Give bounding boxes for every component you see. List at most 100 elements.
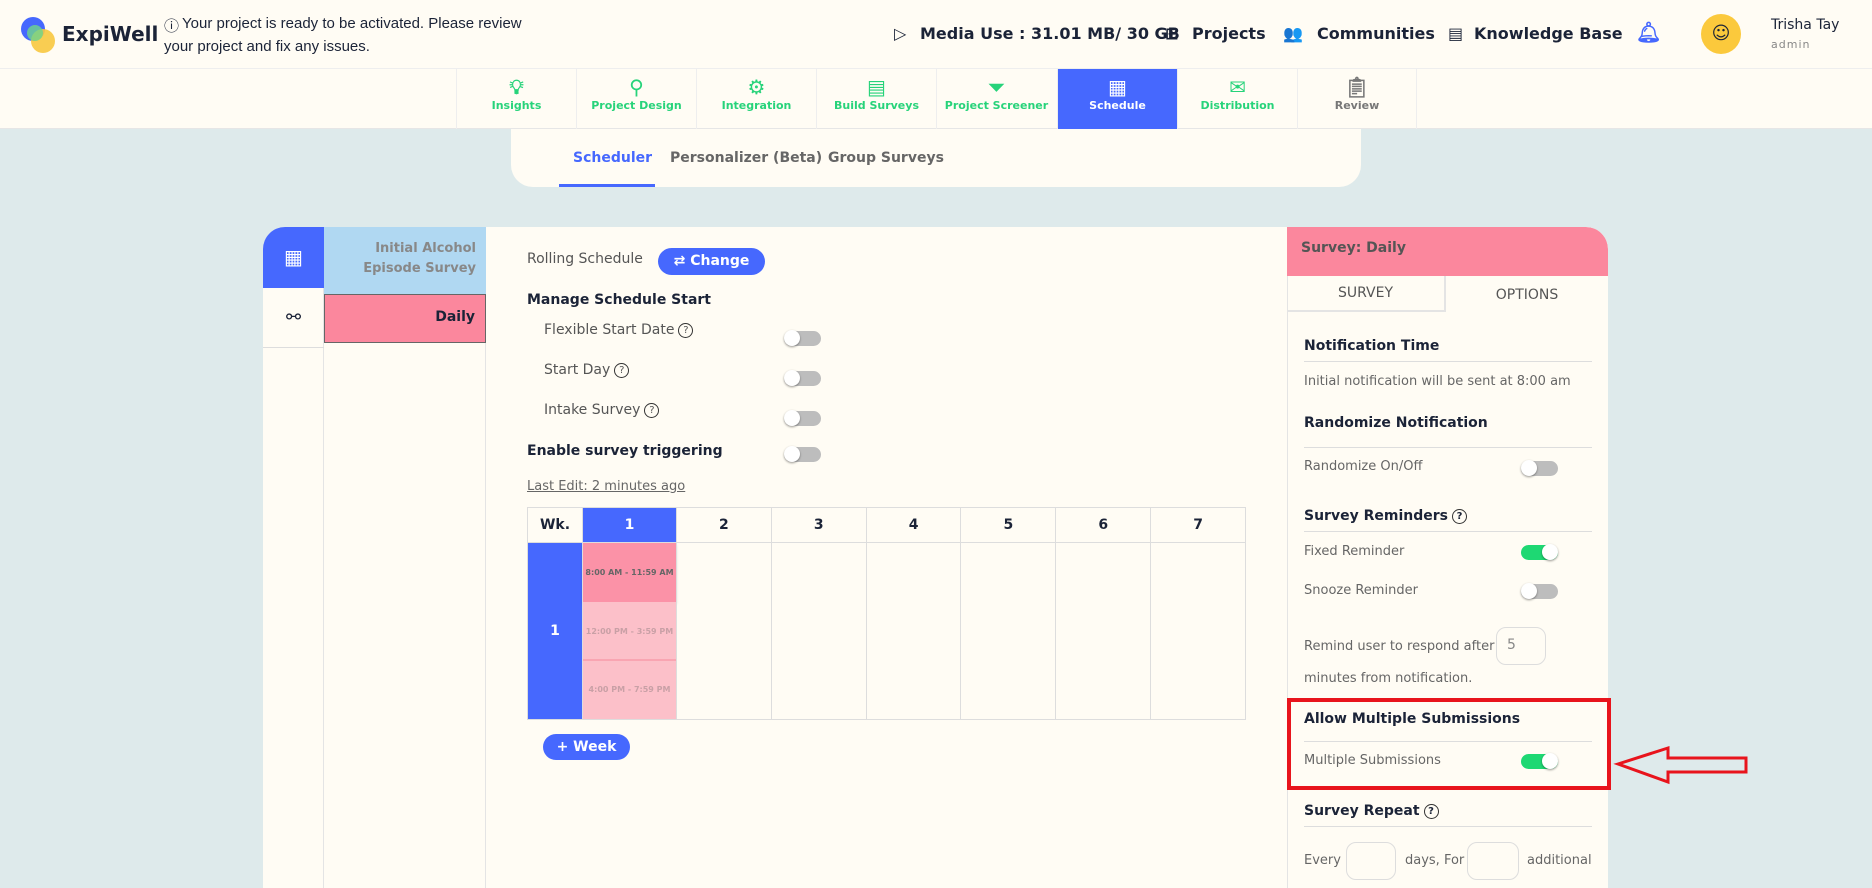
divider (1304, 531, 1592, 532)
help-icon: ? (614, 363, 630, 378)
nav-insights[interactable]: 💡︎ Insights (456, 69, 576, 129)
survey-name: Daily (435, 309, 475, 325)
repeat-count-input[interactable] (1467, 842, 1519, 880)
nav-integration[interactable]: ⚙ Integration (696, 69, 816, 129)
allow-multiple-heading: Allow Multiple Submissions (1304, 711, 1521, 727)
day-header[interactable]: 1 (582, 507, 677, 543)
multiple-submissions-toggle[interactable] (1521, 753, 1558, 769)
fixed-reminder-label: Fixed Reminder (1304, 544, 1405, 559)
tab-scheduler[interactable]: Scheduler (573, 150, 652, 166)
help-icon: ? (678, 323, 694, 338)
panel-title: Survey: Daily (1301, 240, 1406, 256)
repeat-days-input[interactable] (1346, 842, 1396, 880)
fixed-reminder-toggle[interactable] (1521, 544, 1558, 560)
manage-schedule-start: Manage Schedule Start (527, 292, 712, 308)
projects-link[interactable]: Projects (1192, 24, 1266, 43)
day-cell[interactable] (960, 542, 1057, 720)
user-name: Trisha Tay (1771, 17, 1840, 33)
start-day-label: Start Day? (544, 362, 630, 378)
randomize-heading: Randomize Notification (1304, 415, 1488, 431)
help-icon: ? (1451, 509, 1467, 524)
divider (1304, 361, 1592, 362)
divider (1304, 741, 1592, 742)
time-slot[interactable]: 8:00 AM - 11:59 AM (583, 543, 676, 602)
avatar[interactable]: ☺ (1701, 14, 1741, 54)
week-number: 1 (527, 542, 583, 720)
help-icon: ? (1423, 804, 1439, 819)
intake-survey-toggle[interactable] (784, 410, 821, 426)
intake-survey-label: Intake Survey? (544, 402, 660, 418)
schedule-table: Wk. 1 2 3 4 5 6 7 1 8:00 AM - 11:59 AM 1… (527, 507, 1246, 720)
start-day-toggle[interactable] (784, 370, 821, 386)
clipboard-icon: 📋︎ (1344, 75, 1370, 99)
day-header[interactable]: 7 (1150, 507, 1246, 543)
top-header: ExpiWell ⓘ Your project is ready to be a… (0, 0, 1872, 69)
tab-group-surveys[interactable]: Group Surveys (828, 150, 944, 166)
nav-review[interactable]: 📋︎ Review (1297, 69, 1417, 129)
nav-distribution[interactable]: ✉ Distribution (1177, 69, 1297, 129)
time-slot[interactable]: 12:00 PM - 3:59 PM (583, 602, 676, 661)
add-week-button[interactable]: + Week (543, 734, 630, 760)
additional-label: additional (1527, 853, 1592, 868)
compass-icon: ⚲ (629, 75, 644, 99)
day-header[interactable]: 3 (770, 507, 867, 543)
survey-reminders-heading: Survey Reminders? (1304, 508, 1467, 524)
change-button[interactable]: ⇄ Change (658, 248, 765, 275)
day-header[interactable]: 5 (960, 507, 1057, 543)
media-use: Media Use : 31.01 MB/ 30 GB (920, 24, 1180, 43)
tab-options[interactable]: OPTIONS (1446, 276, 1608, 312)
info-icon: ⓘ (164, 17, 180, 35)
remind-minutes-input[interactable]: 5 (1496, 627, 1546, 665)
survey-item-initial[interactable]: Initial Alcohol Episode Survey (324, 227, 486, 294)
network-view-button[interactable]: ⚯ (263, 288, 324, 348)
bell-icon[interactable]: 🔔︎ (1636, 20, 1661, 44)
day-header[interactable]: 6 (1055, 507, 1152, 543)
logo-icon[interactable] (21, 17, 57, 53)
rolling-schedule-label: Rolling Schedule (527, 251, 643, 267)
calendar-view-button[interactable]: ▦ (263, 227, 324, 288)
day-cell[interactable] (1150, 542, 1246, 720)
divider (1304, 447, 1592, 448)
last-edit-link[interactable]: Last Edit: 2 minutes ago (527, 479, 685, 494)
main-nav: 💡︎ Insights ⚲ Project Design ⚙ Integration … (0, 69, 1872, 129)
nav-build-surveys[interactable]: ▤ Build Surveys (816, 69, 936, 129)
change-label: Change (690, 253, 750, 269)
survey-list: Initial Alcohol Episode Survey Daily (324, 227, 486, 888)
knowledge-base-link[interactable]: Knowledge Base (1474, 24, 1623, 43)
form-icon: ▤ (867, 75, 886, 99)
nav-project-design[interactable]: ⚲ Project Design (576, 69, 696, 129)
nav-label: Project Design (591, 99, 682, 112)
day-cell[interactable]: 8:00 AM - 11:59 AM 12:00 PM - 3:59 PM 4:… (582, 542, 677, 720)
randomize-toggle[interactable] (1521, 460, 1558, 476)
tab-personalizer[interactable]: Personalizer (Beta) (670, 150, 822, 166)
nav-project-screener[interactable]: ⏷ Project Screener (936, 69, 1056, 129)
multiple-submissions-label: Multiple Submissions (1304, 753, 1441, 768)
time-slot[interactable]: 4:00 PM - 7:59 PM (583, 661, 676, 719)
survey-item-daily[interactable]: Daily (324, 294, 486, 343)
flexible-start-label: Flexible Start Date? (544, 322, 694, 338)
survey-triggering-label: Enable survey triggering (527, 443, 723, 459)
book-icon: ▤ (1448, 24, 1464, 43)
day-header[interactable]: 4 (865, 507, 962, 543)
nav-schedule[interactable]: ▦ Schedule (1057, 69, 1177, 129)
flexible-start-toggle[interactable] (784, 330, 821, 346)
help-icon: ? (644, 403, 660, 418)
survey-triggering-toggle[interactable] (784, 446, 821, 462)
notification-time-heading: Notification Time (1304, 338, 1440, 354)
snooze-reminder-toggle[interactable] (1521, 583, 1558, 599)
day-cell[interactable] (770, 542, 867, 720)
remind-after-label: Remind user to respond after (1304, 639, 1495, 654)
day-cell[interactable] (676, 542, 772, 720)
day-cell[interactable] (865, 542, 962, 720)
mailbox-icon: ✉ (1229, 75, 1246, 99)
swap-icon: ⇄ (673, 253, 691, 269)
remind-after-suffix: minutes from notification. (1304, 671, 1473, 686)
day-cell[interactable] (1055, 542, 1152, 720)
lightbulb-icon: 💡︎ (509, 75, 524, 99)
survey-name: Initial Alcohol Episode Survey (363, 241, 476, 276)
tab-survey[interactable]: SURVEY (1287, 276, 1446, 312)
communities-link[interactable]: Communities (1317, 24, 1435, 43)
day-header[interactable]: 2 (676, 507, 772, 543)
nav-label: Review (1334, 99, 1380, 112)
filter-icon: ⏷ (988, 75, 1005, 99)
